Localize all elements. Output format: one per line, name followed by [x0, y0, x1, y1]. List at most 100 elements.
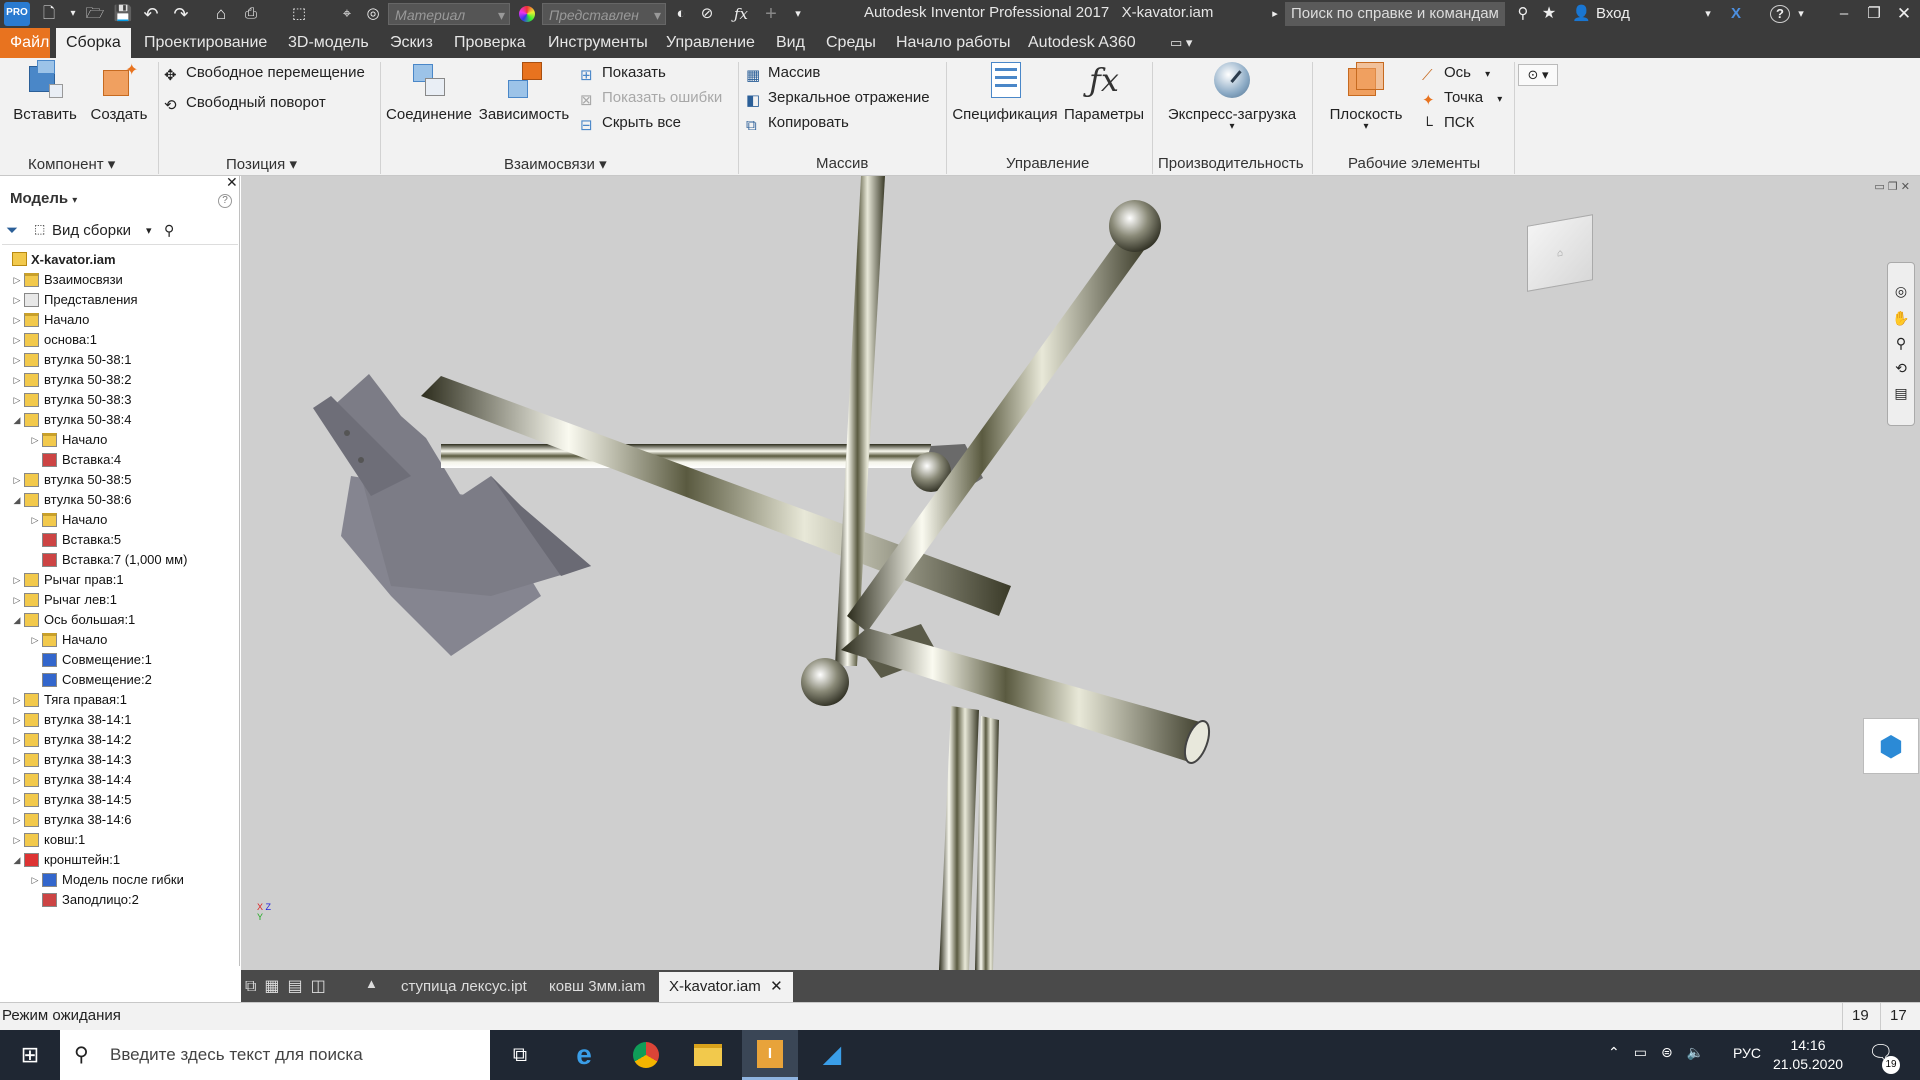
tree-item[interactable]: Заподлицо:2: [0, 890, 240, 910]
print-icon[interactable]: ⎙: [240, 3, 262, 25]
menu-3d-model[interactable]: 3D-модель: [278, 28, 379, 58]
expand-toggle-icon[interactable]: ▷: [30, 870, 40, 890]
tree-item[interactable]: Вставка:5: [0, 530, 240, 550]
expand-toggle-icon[interactable]: ▷: [12, 310, 22, 330]
tab-doc-active[interactable]: X-kavator.iam ✕: [659, 972, 793, 1002]
bom-button[interactable]: Спецификация: [950, 60, 1060, 123]
show-sick-button[interactable]: ⊠ Показать ошибки: [578, 87, 722, 109]
tree-item[interactable]: ▷ втулка 38-14:2: [0, 730, 240, 750]
tree-item[interactable]: ▷ втулка 38-14:5: [0, 790, 240, 810]
create-button[interactable]: ✦ Создать: [84, 60, 154, 123]
expand-toggle-icon[interactable]: ▷: [12, 690, 22, 710]
user-icon[interactable]: 👤: [1572, 3, 1591, 25]
signin-link[interactable]: Вход: [1596, 3, 1636, 25]
home-icon[interactable]: ⌂: [210, 3, 232, 25]
representation-dropdown[interactable]: Представлен ▾: [542, 3, 666, 25]
insert-button[interactable]: Вставить: [8, 60, 82, 123]
expand-toggle-icon[interactable]: ▷: [12, 370, 22, 390]
tab-doc-2[interactable]: ковш 3мм.iam: [539, 972, 656, 1002]
show-button[interactable]: ⊞ Показать: [578, 62, 666, 84]
menu-view[interactable]: Вид: [766, 28, 815, 58]
expand-toggle-icon[interactable]: ▷: [12, 830, 22, 850]
assembly-3d-view[interactable]: [241, 176, 1920, 970]
tree-item[interactable]: ▷ втулка 50-38:1: [0, 350, 240, 370]
menu-sketch[interactable]: Эскиз: [380, 28, 443, 58]
expand-toggle-icon[interactable]: ◢: [12, 410, 22, 430]
tree-item[interactable]: ▷ втулка 38-14:4: [0, 770, 240, 790]
tree-item[interactable]: ▷ Модель после гибки: [0, 870, 240, 890]
free-rotate-button[interactable]: ⟲ Свободный поворот: [162, 92, 326, 114]
joint-button[interactable]: Соединение: [384, 60, 474, 123]
open-docs-menu-icon[interactable]: ▲: [365, 976, 378, 991]
tree-item[interactable]: ◢ кронштейн:1: [0, 850, 240, 870]
tree-item[interactable]: ◢ втулка 50-38:4: [0, 410, 240, 430]
filter-icon[interactable]: ⏷: [6, 222, 18, 239]
plane-button[interactable]: Плоскость ▾: [1318, 60, 1414, 132]
expand-toggle-icon[interactable]: ▷: [30, 430, 40, 450]
tree-item[interactable]: ▷ втулка 50-38:2: [0, 370, 240, 390]
tree-item[interactable]: Совмещение:1: [0, 650, 240, 670]
tree-item[interactable]: ▷ втулка 38-14:3: [0, 750, 240, 770]
favorites-star-icon[interactable]: ★: [1538, 3, 1560, 25]
tree-root[interactable]: X-kavator.iam: [12, 250, 116, 270]
tree-item[interactable]: ▷ основа:1: [0, 330, 240, 350]
tree-item[interactable]: ▷ втулка 38-14:1: [0, 710, 240, 730]
expand-toggle-icon[interactable]: ▷: [12, 590, 22, 610]
expand-toggle-icon[interactable]: ▷: [12, 390, 22, 410]
expand-toggle-icon[interactable]: ▷: [12, 470, 22, 490]
right-diagonal-link[interactable]: [847, 200, 1161, 632]
tree-item[interactable]: ◢ втулка 50-38:6: [0, 490, 240, 510]
expand-toggle-icon[interactable]: ▷: [12, 750, 22, 770]
expand-toggle-icon[interactable]: ▷: [12, 730, 22, 750]
expand-toggle-icon[interactable]: ◢: [12, 610, 22, 630]
menu-get-started[interactable]: Начало работы: [886, 28, 1021, 58]
close-icon[interactable]: ✕: [1892, 3, 1916, 25]
find-binoculars-icon[interactable]: ⚲: [164, 222, 174, 239]
tab-close-icon[interactable]: ✕: [770, 972, 783, 1002]
expand-toggle-icon[interactable]: ▷: [12, 790, 22, 810]
menu-file[interactable]: Файл: [0, 28, 50, 58]
fx-icon[interactable]: ƒx: [730, 3, 752, 25]
expand-toggle-icon[interactable]: ▷: [12, 810, 22, 830]
point-button[interactable]: ✦ Точка ▾: [1420, 87, 1502, 109]
menu-manage[interactable]: Управление: [656, 28, 765, 58]
language-indicator[interactable]: РУС: [1733, 1045, 1761, 1061]
menu-environments[interactable]: Среды: [816, 28, 886, 58]
relationships-panel-title[interactable]: Взаимосвязи ▾: [504, 155, 607, 173]
tree-item[interactable]: ▷ втулка 50-38:3: [0, 390, 240, 410]
task-view-icon[interactable]: ⧉: [492, 1030, 548, 1080]
vertical-post-lower[interactable]: [939, 706, 999, 970]
share-view-icon[interactable]: ⬢: [1863, 718, 1919, 774]
expand-toggle-icon[interactable]: ▷: [30, 630, 40, 650]
new-dropdown-icon[interactable]: ▾: [66, 3, 80, 25]
restore-icon[interactable]: ❐: [1862, 3, 1886, 25]
select-mode-icon[interactable]: ⬚: [288, 3, 310, 25]
tree-item[interactable]: ▷ втулка 38-14:6: [0, 810, 240, 830]
open-folder-icon[interactable]: 🗁: [84, 3, 106, 25]
tree-item[interactable]: ▷ Представления: [0, 290, 240, 310]
tree-item[interactable]: ▷ Тяга правая:1: [0, 690, 240, 710]
tree-item[interactable]: Вставка:4: [0, 450, 240, 470]
adjust-icon[interactable]: ◐: [670, 3, 692, 25]
menu-design[interactable]: Проектирование: [134, 28, 277, 58]
app-logo-icon[interactable]: PRO: [4, 2, 30, 26]
viewport-window-controls[interactable]: ▭ ❐ ✕: [1874, 180, 1910, 193]
expand-toggle-icon[interactable]: ▷: [12, 270, 22, 290]
cross-tube[interactable]: [801, 628, 1214, 766]
orbit-icon[interactable]: ⟲: [1888, 360, 1914, 377]
tree-item[interactable]: ▷ Рычаг лев:1: [0, 590, 240, 610]
minimize-icon[interactable]: –: [1832, 3, 1856, 25]
ribbon-display-toggle-icon[interactable]: ▭ ▾: [1160, 28, 1202, 58]
ribbon-options-button[interactable]: ⊙ ▾: [1518, 64, 1558, 86]
expand-toggle-icon[interactable]: ▷: [12, 350, 22, 370]
taskbar-search-box[interactable]: ⚲ Введите здесь текст для поиска: [60, 1030, 490, 1080]
redo-icon[interactable]: ↷: [170, 3, 192, 25]
expand-toggle-icon[interactable]: ▷: [12, 330, 22, 350]
customize-dropdown-icon[interactable]: ▾: [790, 3, 806, 25]
expand-toggle-icon[interactable]: ▷: [12, 770, 22, 790]
app-swoosh-icon[interactable]: ◢: [804, 1030, 860, 1080]
chrome-browser-icon[interactable]: [618, 1030, 674, 1080]
zoom-icon[interactable]: ⚲: [1888, 335, 1914, 352]
menu-tools[interactable]: Инструменты: [538, 28, 658, 58]
copy-button[interactable]: ⧉ Копировать: [744, 112, 849, 134]
